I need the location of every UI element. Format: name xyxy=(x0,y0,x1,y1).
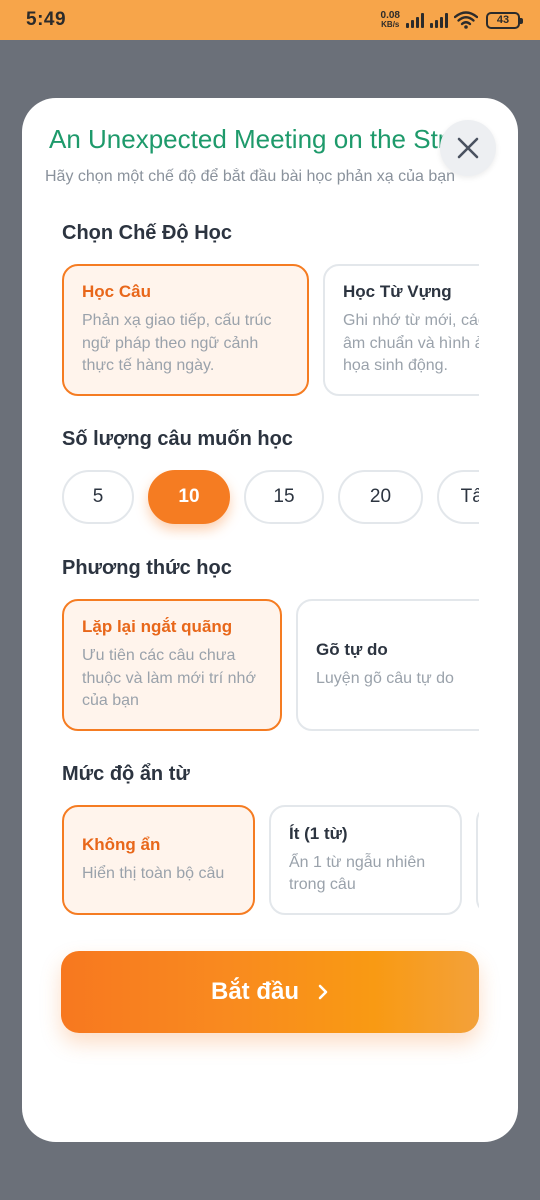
network-speed: 0.08 KB/s xyxy=(380,10,400,30)
signal-icon xyxy=(406,12,424,28)
wifi-icon xyxy=(454,11,478,29)
mode-option-vocabulary[interactable]: Học Từ Vựng Ghi nhớ từ mới, cách phát âm… xyxy=(323,264,479,396)
mode-option-desc: Phản xạ giao tiếp, cấu trúc ngữ pháp the… xyxy=(82,312,272,375)
hide-option-desc: Hiển thị toàn bộ câu xyxy=(82,864,225,882)
signal-icon xyxy=(430,12,448,28)
count-option-5[interactable]: 5 xyxy=(62,470,134,524)
hide-section-label: Mức độ ẩn từ xyxy=(62,763,190,785)
hide-option-title: Không ẩn xyxy=(82,834,161,854)
count-option-20[interactable]: 20 xyxy=(338,470,423,524)
hide-option-more[interactable] xyxy=(476,805,479,915)
modal-subtitle: Hãy chọn một chế độ để bắt đầu bài học p… xyxy=(45,168,456,185)
count-option-10[interactable]: 10 xyxy=(148,470,230,524)
method-option-title: Gõ tự do xyxy=(316,639,388,659)
mode-option-title: Học Câu xyxy=(82,282,151,302)
mode-option-desc: Ghi nhớ từ mới, cách phát âm chuẩn và hì… xyxy=(343,312,479,375)
hide-option-none[interactable]: Không ẩn Hiển thị toàn bộ câu xyxy=(62,805,255,915)
mode-section-label: Chọn Chế Độ Học xyxy=(62,222,232,244)
mode-option-sentence[interactable]: Học Câu Phản xạ giao tiếp, cấu trúc ngữ … xyxy=(62,264,309,396)
status-icons: 0.08 KB/s 43 xyxy=(380,10,523,30)
hide-options: Không ẩn Hiển thị toàn bộ câu Ít (1 từ) … xyxy=(62,805,479,915)
hide-option-desc: Ẩn 1 từ ngẫu nhiên trong câu xyxy=(289,853,426,894)
hide-option-title: Ít (1 từ) xyxy=(289,823,348,843)
status-bar: 5:49 0.08 KB/s 43 xyxy=(0,0,540,40)
hide-option-one-word[interactable]: Ít (1 từ) Ẩn 1 từ ngẫu nhiên trong câu xyxy=(269,805,462,915)
method-section-label: Phương thức học xyxy=(62,557,232,579)
method-option-desc: Ưu tiên các câu chưa thuộc và làm mới tr… xyxy=(82,647,256,710)
network-speed-value: 0.08 xyxy=(380,10,400,21)
count-option-15[interactable]: 15 xyxy=(244,470,324,524)
chevron-right-icon xyxy=(318,984,328,1000)
count-section-label: Số lượng câu muốn học xyxy=(62,428,293,450)
start-button-label: Bắt đầu xyxy=(210,978,299,1005)
mode-options: Học Câu Phản xạ giao tiếp, cấu trúc ngữ … xyxy=(62,264,479,396)
method-option-desc: Luyện gõ câu tự do xyxy=(316,669,454,687)
method-option-title: Lặp lại ngắt quãng xyxy=(82,617,233,637)
network-speed-unit: KB/s xyxy=(381,20,400,29)
status-time: 5:49 xyxy=(26,9,67,30)
close-icon xyxy=(457,137,479,159)
learning-mode-modal: An Unexpected Meeting on the Street Hãy … xyxy=(22,98,518,1142)
method-option-free-typing[interactable]: Gõ tự do Luyện gõ câu tự do xyxy=(296,599,479,731)
count-option-all[interactable]: Tất cả xyxy=(437,470,479,524)
start-button[interactable]: Bắt đầu xyxy=(61,951,479,1033)
method-options: Lặp lại ngắt quãng Ưu tiên các câu chưa … xyxy=(62,599,479,731)
count-options: 5 10 15 20 Tất cả xyxy=(62,470,479,540)
battery-icon: 43 xyxy=(486,11,523,29)
battery-level: 43 xyxy=(496,14,510,26)
method-option-spaced-repetition[interactable]: Lặp lại ngắt quãng Ưu tiên các câu chưa … xyxy=(62,599,282,731)
mode-option-title: Học Từ Vựng xyxy=(343,282,452,302)
